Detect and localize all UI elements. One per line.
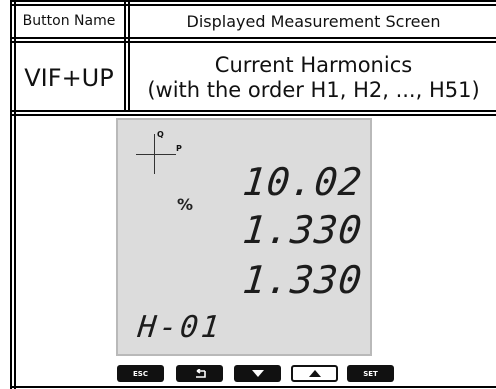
screen-title: Current Harmonics: [214, 52, 413, 77]
screen-description: Current Harmonics (with the order H1, H2…: [131, 46, 496, 109]
set-button[interactable]: SET: [347, 365, 394, 382]
lcd-display: Q P % 10.02 1.330 1.330 H-01: [116, 118, 372, 356]
table-border-bottom: [10, 386, 496, 388]
esc-button[interactable]: ESC: [117, 365, 164, 382]
quadrant-p-label: P: [176, 144, 182, 153]
down-button[interactable]: [234, 365, 281, 382]
back-arrow-icon: [195, 368, 206, 378]
column-divider-inner: [128, 0, 130, 112]
quadrant-axis-horizontal: [136, 154, 176, 155]
up-button[interactable]: [291, 365, 338, 382]
header-divider: [10, 37, 496, 39]
harmonic-index: H-01: [136, 310, 225, 345]
screen-subtitle: (with the order H1, H2, ..., H51): [147, 77, 480, 102]
down-triangle-icon: [251, 370, 264, 377]
quadrant-q-label: Q: [157, 130, 164, 139]
lcd-value-3: 1.330: [240, 258, 365, 302]
row-divider-inner: [10, 114, 496, 116]
button-name-vif-up: VIF+UP: [24, 63, 114, 92]
lcd-value-2: 1.330: [240, 208, 365, 252]
lcd-value-1: 10.02: [240, 160, 365, 204]
header-button-name: Button Name: [22, 13, 116, 29]
row-divider: [10, 110, 496, 112]
header-displayed-screen: Displayed Measurement Screen: [186, 11, 441, 31]
table-border-top: [10, 0, 496, 2]
up-triangle-icon: [308, 370, 321, 377]
column-divider: [124, 0, 126, 112]
percent-unit: %: [177, 195, 194, 214]
back-button[interactable]: [176, 365, 223, 382]
table-border-left: [10, 0, 12, 389]
header-divider-inner: [10, 41, 496, 43]
